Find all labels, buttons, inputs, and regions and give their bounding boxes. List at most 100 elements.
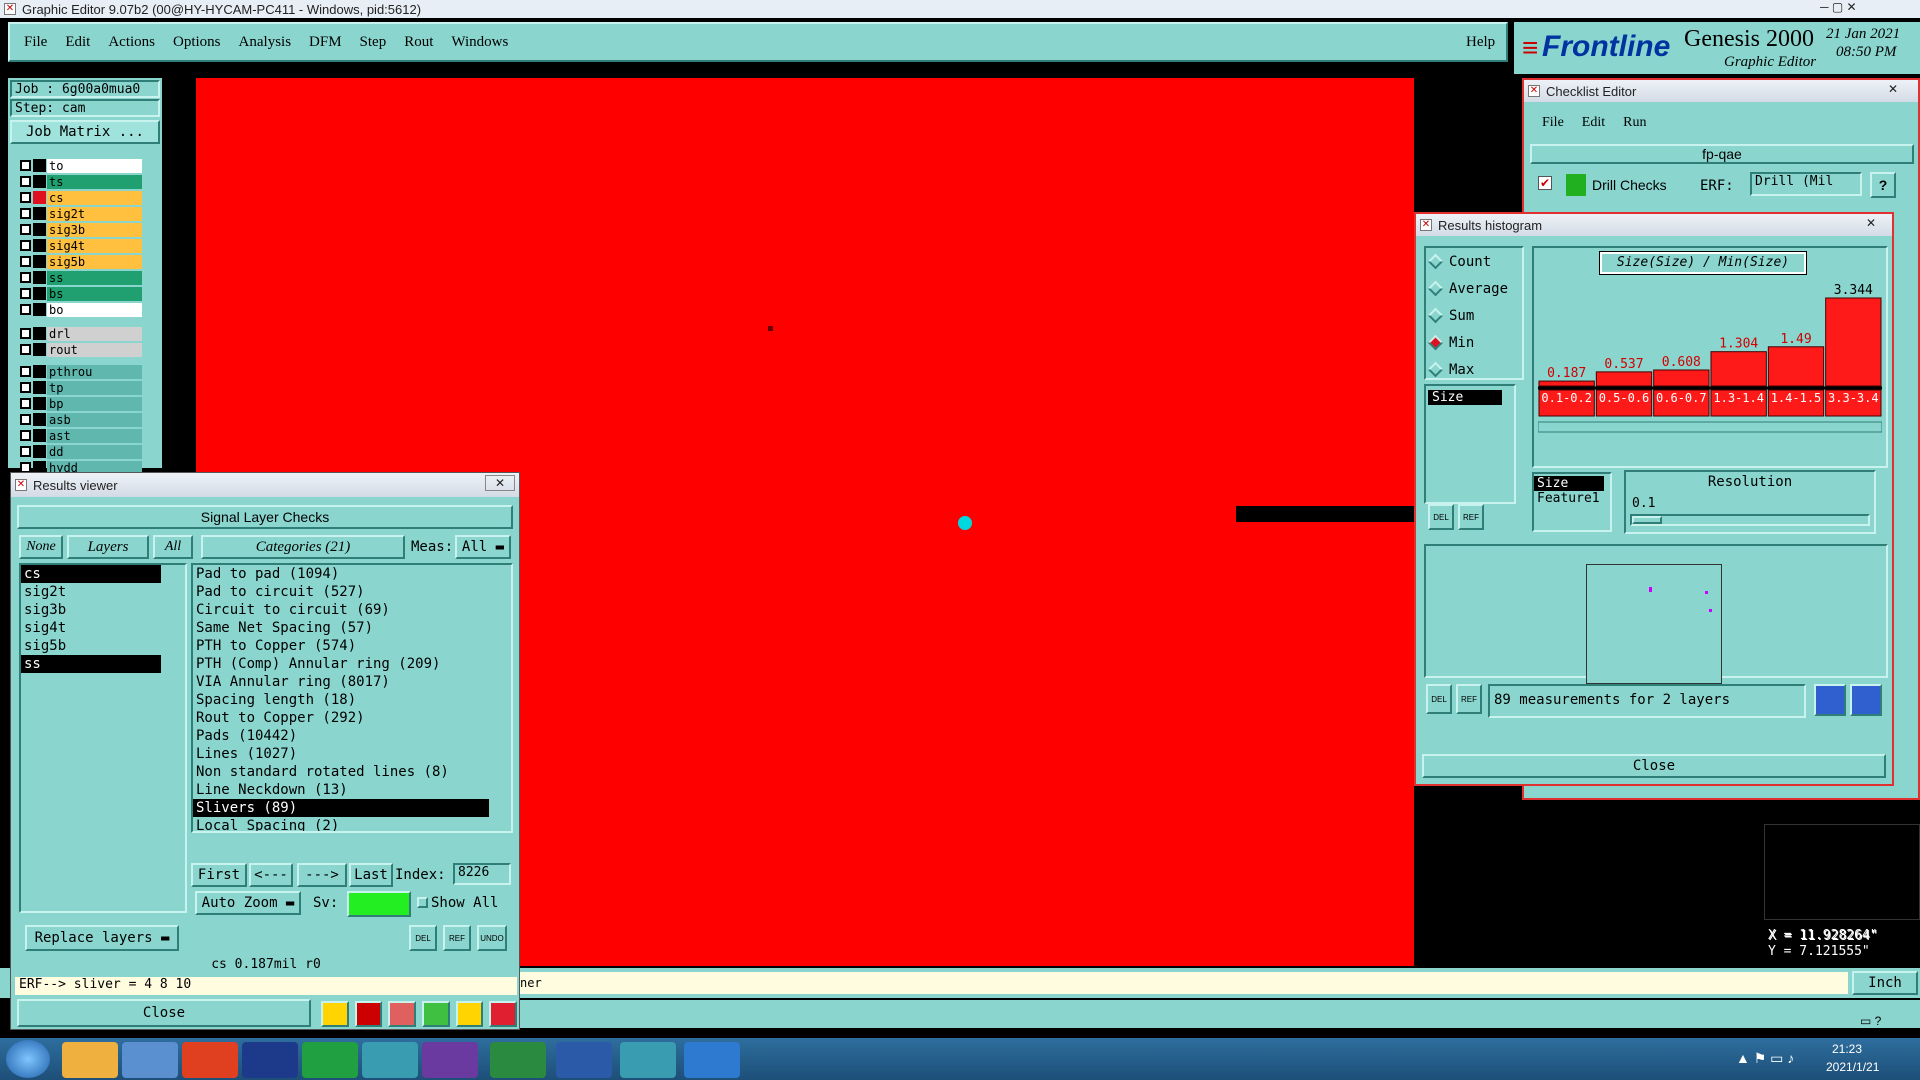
zoom-fit-icon[interactable]	[1850, 684, 1882, 716]
histogram-field-list[interactable]: Size	[1424, 384, 1516, 504]
taskbar-app-word-icon[interactable]	[556, 1042, 612, 1078]
checklist-close-icon[interactable]: ✕	[1888, 82, 1898, 96]
del-button[interactable]: DEL	[409, 925, 437, 951]
histogram-ref-button[interactable]: REF	[1458, 504, 1484, 530]
layer-row-tp[interactable]: tp	[20, 380, 142, 395]
preview-del-button[interactable]: DEL	[1426, 684, 1452, 714]
layer-name[interactable]: bo	[47, 302, 142, 317]
category-item[interactable]: Line Neckdown (13)	[193, 781, 489, 799]
check-item-checkbox[interactable]: ✔	[1538, 176, 1552, 190]
menu-rout[interactable]: Rout	[404, 34, 433, 51]
stat-option-count[interactable]: Count	[1426, 248, 1522, 275]
cross-icon[interactable]	[388, 1001, 417, 1027]
histogram-bar[interactable]	[1653, 369, 1710, 387]
check-item-name[interactable]: Drill Checks	[1592, 177, 1667, 193]
tray-icons[interactable]: ▲ ⚑ ▭ ♪	[1736, 1050, 1794, 1067]
menu-analysis[interactable]: Analysis	[239, 34, 292, 51]
resolution-slider[interactable]	[1630, 514, 1870, 526]
category-item[interactable]: Lines (1027)	[193, 745, 489, 763]
preview-ref-button[interactable]: REF	[1456, 684, 1482, 714]
category-item[interactable]: PTH to Copper (574)	[193, 637, 489, 655]
layer-checkbox[interactable]	[20, 344, 31, 355]
start-button-icon[interactable]	[6, 1040, 50, 1078]
stat-option-max[interactable]: Max	[1426, 356, 1522, 383]
menu-options[interactable]: Options	[173, 34, 221, 51]
layer-checkbox[interactable]	[20, 288, 31, 299]
layer-checkbox[interactable]	[20, 256, 31, 267]
checklist-menu-file[interactable]: File	[1542, 115, 1564, 131]
layer-name[interactable]: cs	[47, 190, 142, 205]
layer-row-bs[interactable]: bs	[20, 286, 142, 301]
layer-checkbox[interactable]	[20, 192, 31, 203]
layer-row-pthrou[interactable]: pthrou	[20, 364, 142, 379]
next-button[interactable]: --->	[297, 863, 347, 887]
checklist-menu-run[interactable]: Run	[1623, 115, 1646, 131]
stat-option-sum[interactable]: Sum	[1426, 302, 1522, 329]
help-icon[interactable]: ▭ ?	[1860, 1014, 1881, 1028]
layer-row-sig2t[interactable]: sig2t	[20, 206, 142, 221]
histogram-close-button[interactable]: Close	[1422, 754, 1886, 778]
export-icon[interactable]	[1814, 684, 1846, 716]
layer-row-rout[interactable]: rout	[20, 342, 142, 357]
layer-checkbox[interactable]	[20, 430, 31, 441]
result-layer-item[interactable]: sig5b	[21, 637, 161, 655]
field-item-size[interactable]: Size	[1428, 390, 1502, 405]
window-controls[interactable]: ─ ▢ ✕	[1820, 0, 1857, 14]
category-item[interactable]: Slivers (89)	[193, 799, 489, 817]
layer-checkbox[interactable]	[20, 366, 31, 377]
category-item[interactable]: Circuit to circuit (69)	[193, 601, 489, 619]
layers-button[interactable]: Layers	[67, 535, 149, 559]
layer-name[interactable]: pthrou	[47, 364, 142, 379]
radio-icon[interactable]	[1427, 334, 1444, 351]
taskbar-app-eye-icon[interactable]	[362, 1042, 418, 1078]
taskbar-app-notepad-icon[interactable]	[122, 1042, 178, 1078]
layer-row-bp[interactable]: bp	[20, 396, 142, 411]
layer-checkbox[interactable]	[20, 446, 31, 457]
checklist-menu-edit[interactable]: Edit	[1582, 115, 1605, 131]
layer-name[interactable]: ast	[47, 428, 142, 443]
layer-name[interactable]: ss	[47, 270, 142, 285]
chart-icon[interactable]	[321, 1001, 349, 1027]
prev-button[interactable]: <---	[249, 863, 293, 887]
res-field-size[interactable]: Size	[1534, 476, 1604, 491]
histogram-bar[interactable]	[1710, 351, 1767, 387]
index-input[interactable]: 8226	[453, 863, 511, 885]
menu-file[interactable]: File	[24, 34, 47, 51]
category-item[interactable]: Spacing length (18)	[193, 691, 489, 709]
histogram-bar[interactable]	[1767, 346, 1825, 387]
layer-row-to[interactable]: to	[20, 158, 142, 173]
histogram-bar[interactable]	[1595, 371, 1653, 387]
layer-name[interactable]: sig5b	[47, 254, 142, 269]
meas-dropdown[interactable]: All ▬	[455, 535, 511, 559]
layer-checkbox[interactable]	[20, 240, 31, 251]
results-viewer-close-icon[interactable]: ✕	[485, 475, 515, 491]
histogram-close-icon[interactable]: ✕	[1866, 216, 1876, 230]
layer-row-drl[interactable]: drl	[20, 326, 142, 341]
taskbar-app-g-icon[interactable]	[182, 1042, 238, 1078]
stop-icon[interactable]	[354, 1001, 383, 1027]
layer-name[interactable]: sig3b	[47, 222, 142, 237]
histogram-del-button[interactable]: DEL	[1428, 504, 1454, 530]
menu-dfm[interactable]: DFM	[309, 34, 342, 51]
undo-button[interactable]: UNDO	[477, 925, 507, 951]
layers-all-button[interactable]: All	[153, 535, 193, 559]
taskbar-app-excel-icon[interactable]	[490, 1042, 546, 1078]
layer-row-ast[interactable]: ast	[20, 428, 142, 443]
auto-zoom-dropdown[interactable]: Auto Zoom ▬	[195, 891, 301, 915]
histogram-bar[interactable]	[1538, 380, 1595, 387]
last-button[interactable]: Last	[349, 863, 393, 887]
help-question-icon[interactable]: ?	[1870, 172, 1896, 198]
histogram-bar[interactable]	[1825, 297, 1882, 387]
radio-icon[interactable]	[1427, 280, 1444, 297]
replace-layers-dropdown[interactable]: Replace layers ▬	[25, 925, 179, 951]
taskbar-app-genesis-icon[interactable]	[620, 1042, 676, 1078]
category-item[interactable]: Pad to pad (1094)	[193, 565, 489, 583]
histogram-icon[interactable]	[489, 1001, 518, 1027]
layer-row-ts[interactable]: ts	[20, 174, 142, 189]
category-item[interactable]: Non standard rotated lines (8)	[193, 763, 489, 781]
menu-help[interactable]: Help	[1466, 34, 1495, 51]
category-item[interactable]: Pad to circuit (527)	[193, 583, 489, 601]
category-item[interactable]: VIA Annular ring (8017)	[193, 673, 489, 691]
layer-name[interactable]: dd	[47, 444, 142, 459]
layer-checkbox[interactable]	[20, 328, 31, 339]
